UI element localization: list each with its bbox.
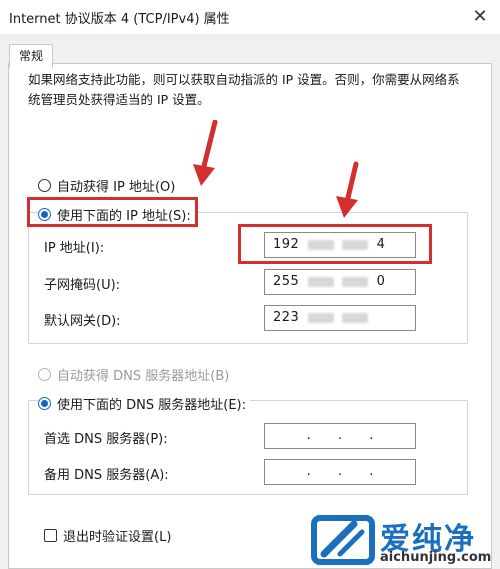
radio-dns-manual[interactable]: 使用下面的 DNS 服务器地址(E): <box>38 394 250 413</box>
tab-strip: 常规 <box>0 34 500 68</box>
alternate-dns-value: ... <box>306 464 374 479</box>
subnet-mask-input[interactable]: 255 0 <box>264 269 416 295</box>
subnet-mask-prefix: 255 <box>273 274 300 289</box>
radio-ip-manual[interactable]: 使用下面的 IP 地址(S): <box>38 205 195 224</box>
alternate-dns-label: 备用 DNS 服务器(A): <box>44 468 169 483</box>
radio-dns-auto-label: 自动获得 DNS 服务器地址(B) <box>57 369 230 384</box>
default-gateway-label: 默认网关(D): <box>44 314 121 329</box>
ip-address-label: IP 地址(I): <box>44 241 105 256</box>
radio-dns-manual-indicator[interactable] <box>38 397 51 410</box>
ip-address-prefix: 192 <box>273 237 300 252</box>
tab-general[interactable]: 常规 <box>9 44 54 68</box>
subnet-mask-label: 子网掩码(U): <box>44 278 121 293</box>
radio-dns-auto-indicator[interactable] <box>38 368 51 381</box>
default-gateway-input[interactable]: 223 <box>264 305 416 331</box>
radio-ip-auto-label: 自动获得 IP 地址(O) <box>57 180 176 195</box>
preferred-dns-input[interactable]: ... <box>264 423 416 449</box>
radio-ip-auto-indicator[interactable] <box>38 179 51 192</box>
description-text: 如果网络支持此功能，则可以获取自动指派的 IP 设置。否则，你需要从网络系统管理… <box>28 72 460 107</box>
preferred-dns-label: 首选 DNS 服务器(P): <box>44 432 168 447</box>
brand-logo-icon <box>311 515 375 565</box>
close-icon[interactable]: ✕ <box>468 5 492 29</box>
title-bar: Internet 协议版本 4 (TCP/IPv4) 属性 ✕ <box>0 0 500 34</box>
validate-on-exit-label: 退出时验证设置(L) <box>63 530 172 545</box>
general-panel: 如果网络支持此功能，则可以获取自动指派的 IP 设置。否则，你需要从网络系统管理… <box>8 63 492 569</box>
default-gateway-prefix: 223 <box>273 310 300 325</box>
radio-ip-auto[interactable]: 自动获得 IP 地址(O) <box>38 176 175 195</box>
window-title: Internet 协议版本 4 (TCP/IPv4) 属性 <box>9 12 230 27</box>
validate-on-exit[interactable]: 退出时验证设置(L) <box>44 526 171 545</box>
radio-ip-manual-label: 使用下面的 IP 地址(S): <box>57 209 191 224</box>
alternate-dns-input[interactable]: ... <box>264 459 416 485</box>
subnet-mask-suffix: 0 <box>376 274 386 289</box>
ip-address-input[interactable]: 192 4 <box>264 232 416 258</box>
radio-ip-manual-indicator[interactable] <box>38 208 51 221</box>
radio-dns-auto[interactable]: 自动获得 DNS 服务器地址(B) <box>38 365 229 384</box>
ip-address-suffix: 4 <box>376 237 386 252</box>
watermark: 爱纯净 aichunjing.com <box>308 512 500 569</box>
watermark-domain: aichunjing.com <box>380 550 492 565</box>
radio-dns-manual-label: 使用下面的 DNS 服务器地址(E): <box>57 398 246 413</box>
validate-on-exit-checkbox[interactable] <box>44 529 57 542</box>
preferred-dns-value: ... <box>306 428 374 443</box>
